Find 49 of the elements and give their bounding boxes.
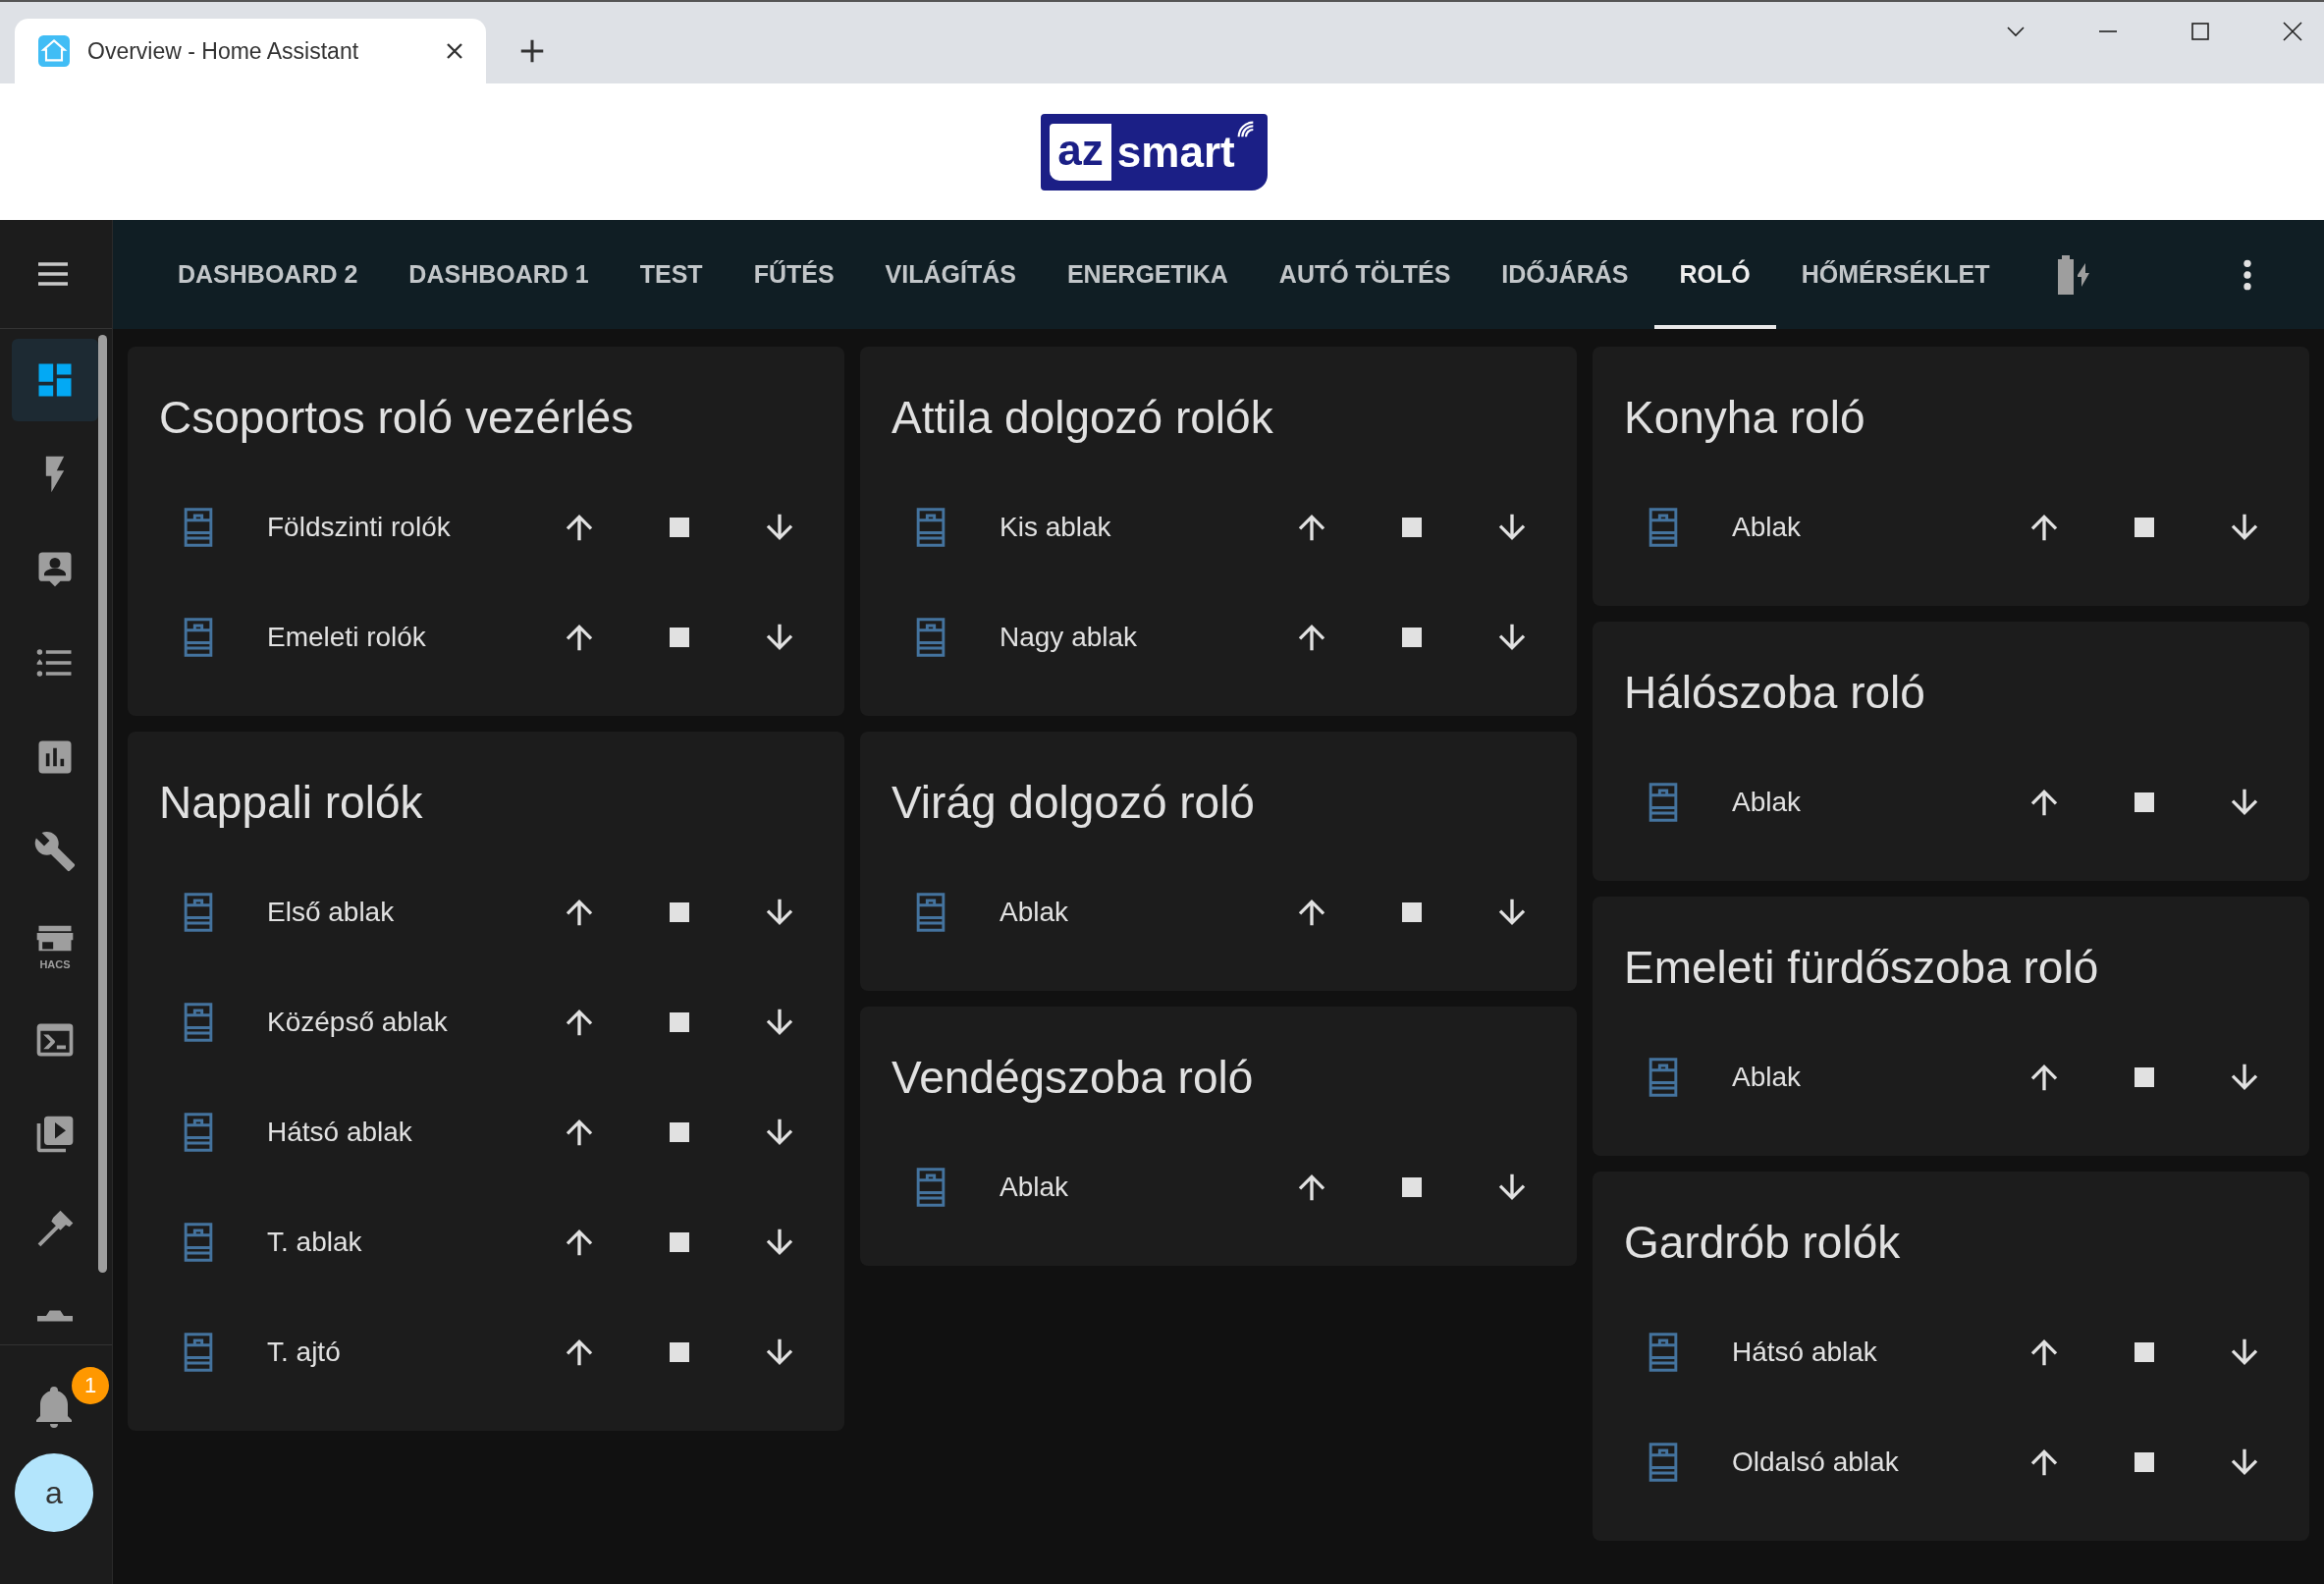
cover-name: Emeleti rolók bbox=[267, 622, 427, 653]
maximize-icon[interactable] bbox=[2189, 20, 2212, 43]
cover-name: Első ablak bbox=[267, 897, 396, 928]
cover-name: Hátsó ablak bbox=[1732, 1337, 1878, 1368]
view-tab[interactable]: DASHBOARD 1 bbox=[383, 220, 615, 329]
card-title: Konyha roló bbox=[1623, 391, 1866, 445]
view-tab[interactable]: ROLÓ bbox=[1653, 220, 1776, 329]
user-avatar[interactable]: a bbox=[15, 1453, 93, 1532]
cover-name: Hátsó ablak bbox=[267, 1117, 413, 1148]
cover-name: Középső ablak bbox=[267, 1007, 449, 1038]
cover-name: Ablak bbox=[1000, 897, 1070, 928]
view-tab[interactable]: FŰTÉS bbox=[728, 220, 860, 329]
item-caption: HACS bbox=[39, 958, 71, 970]
tab-title: Overview - Home Assistant bbox=[87, 37, 360, 65]
card-title: Hálószoba roló bbox=[1623, 666, 1926, 720]
notification-badge: 1 bbox=[72, 1367, 109, 1404]
card-title: Nappali rolók bbox=[158, 776, 424, 830]
cover-name: Nagy ablak bbox=[1000, 622, 1139, 653]
close-icon[interactable] bbox=[2281, 20, 2304, 43]
cover-name: Ablak bbox=[1000, 1172, 1070, 1203]
cover-name: Ablak bbox=[1732, 787, 1803, 818]
card-title: Csoportos roló vezérlés bbox=[158, 391, 635, 445]
card-title: Virág dolgozó roló bbox=[891, 776, 1256, 830]
bell-icon[interactable] bbox=[36, 1387, 72, 1428]
scrollbar[interactable] bbox=[98, 335, 107, 1273]
view-tab[interactable]: HŐMÉRSÉKLET bbox=[1775, 220, 2016, 329]
wrench-icon bbox=[33, 830, 77, 873]
cover-name: T. ajtó bbox=[267, 1337, 342, 1368]
cover-name: T. ablak bbox=[267, 1227, 363, 1258]
view-tab[interactable]: IDŐJÁRÁS bbox=[1476, 220, 1654, 329]
cover-name: Ablak bbox=[1732, 1062, 1803, 1093]
view-tab[interactable]: VILÁGÍTÁS bbox=[859, 220, 1042, 329]
cover-name: Földszinti rolók bbox=[267, 512, 452, 543]
house-icon bbox=[38, 35, 70, 67]
logo: az smart bbox=[1041, 113, 1268, 191]
cover-name: Ablak bbox=[1732, 512, 1803, 543]
view-tab[interactable]: TEST bbox=[614, 220, 729, 329]
card-title: Attila dolgozó rolók bbox=[891, 391, 1274, 445]
view-tab[interactable]: DASHBOARD 2 bbox=[152, 220, 384, 329]
view-tab[interactable]: AUTÓ TÖLTÉS bbox=[1253, 220, 1477, 329]
card-title: Gardrób rolók bbox=[1623, 1216, 1902, 1270]
card-title: Vendégszoba roló bbox=[891, 1051, 1255, 1105]
sidebar-item[interactable]: HACS bbox=[12, 904, 98, 987]
sidebar-item[interactable] bbox=[12, 339, 98, 421]
view-tab[interactable]: ENERGETIKA bbox=[1041, 220, 1254, 329]
browser-tab[interactable]: Overview - Home Assistant bbox=[15, 19, 486, 83]
cover-name: Oldalsó ablak bbox=[1732, 1447, 1900, 1478]
card-title: Emeleti fürdőszoba roló bbox=[1623, 941, 2100, 995]
cover-name: Kis ablak bbox=[1000, 512, 1112, 543]
